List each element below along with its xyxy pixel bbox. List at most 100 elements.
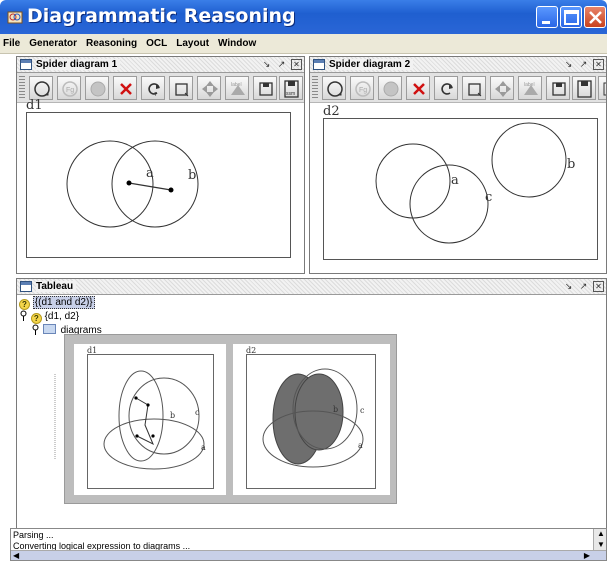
- maximize-button[interactable]: [560, 6, 582, 28]
- refresh-icon: T: [148, 83, 160, 98]
- frame-icon: [175, 83, 189, 97]
- iconify-icon[interactable]: ↘: [563, 59, 574, 70]
- tree-node-label: {(d1 and d2)}: [32, 296, 95, 309]
- preview-d1-contour-b: b: [170, 411, 176, 420]
- svg-text:Fg: Fg: [359, 87, 367, 94]
- diagram-canvas[interactable]: d2 a b c: [310, 104, 606, 273]
- preview-d2-contour-c: c: [360, 406, 365, 415]
- minimize-icon: [542, 21, 550, 24]
- question-icon: ?: [19, 299, 30, 310]
- circle-button[interactable]: [378, 76, 402, 100]
- tree-node-d1-d2[interactable]: ? {d1, d2}: [19, 310, 79, 324]
- menu-bar: File Generator Reasoning OCL Layout Wind…: [0, 34, 607, 54]
- fg-button[interactable]: Fg: [350, 76, 374, 100]
- scroll-right-icon[interactable]: ▶: [584, 552, 590, 560]
- frame-icon: [20, 59, 32, 70]
- maximize-frame-icon[interactable]: ↗: [578, 59, 589, 70]
- new-diagram-button[interactable]: [322, 76, 346, 100]
- diagram-canvas[interactable]: d1 a b: [17, 98, 304, 273]
- window-title: Diagrammatic Reasoning: [27, 5, 296, 27]
- frame-icon: [313, 59, 325, 70]
- frame-title-bar[interactable]: Spider diagram 2 ↘ ↗ ✕: [310, 57, 606, 73]
- vertical-scrollbar[interactable]: ▲ ▼: [593, 529, 606, 551]
- circle-button[interactable]: [85, 76, 109, 100]
- print-button[interactable]: [598, 76, 606, 100]
- frame-title: Spider diagram 1: [36, 59, 121, 70]
- horizontal-scrollbar[interactable]: ◀ ▶: [11, 550, 606, 560]
- frame-title-bar[interactable]: Spider diagram 1 ↘ ↗ ✕: [17, 57, 304, 73]
- toolbar-grip[interactable]: [312, 76, 318, 100]
- frame-button[interactable]: [169, 76, 193, 100]
- iconify-icon[interactable]: ↘: [261, 59, 272, 70]
- frame-icon: [20, 281, 32, 292]
- menu-generator[interactable]: Generator: [29, 38, 77, 49]
- svg-text:label: label: [231, 82, 242, 88]
- preview-d2[interactable]: d2 b c a: [233, 344, 390, 495]
- maximize-icon: [564, 10, 579, 25]
- contour-label-b: b: [188, 168, 197, 183]
- minimize-button[interactable]: [536, 6, 558, 28]
- save-button[interactable]: [253, 76, 277, 100]
- menu-layout[interactable]: Layout: [176, 38, 209, 49]
- delete-button[interactable]: [113, 76, 137, 100]
- save-as-button[interactable]: [572, 76, 596, 100]
- new-diagram-button[interactable]: [29, 76, 53, 100]
- contour-label-a: a: [451, 173, 459, 188]
- tree-node-root[interactable]: ? {(d1 and d2)}: [19, 296, 95, 310]
- save-as-icon: [577, 80, 592, 98]
- close-frame-icon[interactable]: ✕: [593, 281, 604, 292]
- refresh-icon: [441, 83, 453, 95]
- move-button[interactable]: [197, 76, 221, 100]
- refresh-button[interactable]: [434, 76, 458, 100]
- scroll-down-icon[interactable]: ▼: [597, 541, 605, 549]
- save-as-button[interactable]: ssm: [279, 76, 303, 100]
- spider-diagram-2-frame: Spider diagram 2 ↘ ↗ ✕ Fg label d2 a b c: [309, 56, 607, 274]
- maximize-frame-icon[interactable]: ↗: [578, 281, 589, 292]
- diagram-d1-drawing: [66, 140, 199, 228]
- expand-key-icon: [20, 310, 27, 321]
- close-frame-icon[interactable]: ✕: [593, 59, 604, 70]
- menu-ocl[interactable]: OCL: [146, 38, 167, 49]
- delete-button[interactable]: [406, 76, 430, 100]
- save-button[interactable]: [546, 76, 570, 100]
- svg-text:label: label: [524, 82, 535, 88]
- app-icon: [7, 11, 23, 24]
- toolbar-grip[interactable]: [19, 76, 25, 100]
- scroll-up-icon[interactable]: ▲: [597, 530, 605, 538]
- contour-label-a: a: [146, 166, 154, 181]
- menu-reasoning[interactable]: Reasoning: [86, 38, 137, 49]
- save-icon: [259, 82, 273, 96]
- desktop-pane: Spider diagram 1 ↘ ↗ ✕ Fg T label ssm d1: [0, 54, 607, 561]
- iconify-icon[interactable]: ↘: [563, 281, 574, 292]
- label-button[interactable]: label: [518, 76, 542, 100]
- filled-circle-icon: [90, 81, 106, 97]
- question-icon: ?: [30, 313, 42, 324]
- preview-d2-contour-a: a: [358, 441, 363, 450]
- frame-title-bar[interactable]: Tableau ↘ ↗ ✕: [17, 279, 606, 295]
- menu-file[interactable]: File: [3, 38, 20, 49]
- fg-icon: Fg: [355, 81, 371, 97]
- scroll-left-icon[interactable]: ◀: [13, 552, 19, 560]
- fg-button[interactable]: Fg: [57, 76, 81, 100]
- close-button[interactable]: [584, 6, 606, 28]
- delete-icon: [120, 83, 132, 95]
- delete-icon: [413, 83, 425, 95]
- preview-d1[interactable]: d1 b c a: [74, 344, 226, 495]
- console-line: Parsing ...: [13, 530, 54, 540]
- menu-window[interactable]: Window: [218, 38, 256, 49]
- diagram-preview-panel: d1 b c a d2 b c a: [64, 334, 397, 504]
- frame-button[interactable]: [462, 76, 486, 100]
- label-button[interactable]: label: [225, 76, 249, 100]
- console-output[interactable]: Parsing ... Converting logical expressio…: [10, 528, 607, 561]
- maximize-frame-icon[interactable]: ↗: [276, 59, 287, 70]
- folder-icon: [42, 324, 56, 334]
- refresh-button[interactable]: T: [141, 76, 165, 100]
- preview-d1-contour-c: c: [195, 408, 200, 417]
- close-frame-icon[interactable]: ✕: [291, 59, 302, 70]
- frame-title: Tableau: [36, 281, 77, 292]
- svg-text:T: T: [154, 92, 157, 98]
- move-button[interactable]: [490, 76, 514, 100]
- print-icon: [603, 82, 606, 96]
- new-circle-icon: [327, 81, 343, 97]
- diagram-d2-drawing: [375, 122, 567, 244]
